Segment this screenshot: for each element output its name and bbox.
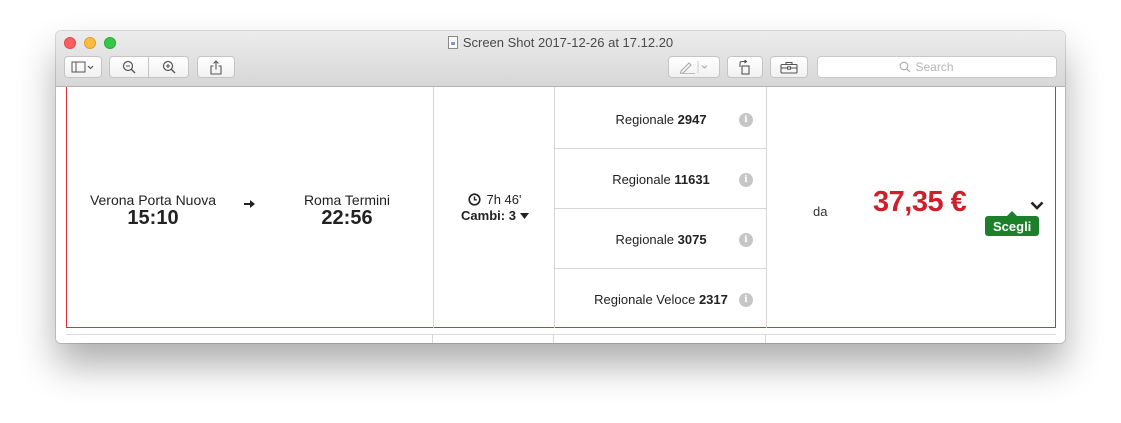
price-prefix: da: [813, 204, 828, 219]
train-type: Regionale: [612, 171, 671, 187]
search-icon: [899, 61, 910, 73]
sidebar-icon: [71, 61, 94, 73]
title-bar: Screen Shot 2017-12-26 at 17.12.20: [56, 31, 1065, 87]
window-title-text: Screen Shot 2017-12-26 at 17.12.20: [462, 35, 674, 50]
departure-time: 15:10: [127, 207, 179, 229]
zoom-out-button[interactable]: [109, 56, 149, 78]
arrow-right-icon: [244, 200, 255, 208]
caret-down-icon: [519, 212, 529, 219]
duration-text: 7h 46': [486, 192, 522, 207]
arrival-info: Roma Termini 22:56: [287, 192, 407, 230]
journey-card: Verona Porta Nuova 15:10 Roma Termini 22…: [66, 87, 1056, 328]
train-item: Regionale Veloce 2317 i: [555, 269, 767, 329]
toolbox-icon: [780, 61, 798, 74]
departure-station: Verona Porta Nuova: [89, 192, 217, 208]
document-icon: [447, 36, 458, 49]
train-number: 11631: [674, 171, 710, 187]
window-title: Screen Shot 2017-12-26 at 17.12.20: [56, 35, 1065, 50]
train-type: Regionale Veloce: [594, 291, 696, 307]
departure-info: Verona Porta Nuova 15:10: [81, 192, 225, 230]
chevron-down-icon[interactable]: [1030, 201, 1044, 210]
info-icon[interactable]: i: [739, 293, 753, 307]
screenshot-content: Verona Porta Nuova 15:10 Roma Termini 22…: [56, 87, 1065, 343]
train-item: Regionale 2947 i: [555, 89, 767, 149]
arrival-station: Roma Termini: [303, 192, 391, 208]
train-type: Regionale: [615, 231, 674, 247]
rotate-button[interactable]: [727, 56, 763, 78]
price: 37,35 €: [873, 186, 967, 218]
changes-text: Cambi: 3: [461, 208, 516, 223]
arrival-time: 22:56: [321, 207, 373, 229]
duration-info: 7h 46' Cambi: 3: [435, 192, 555, 223]
rotate-icon: [739, 59, 750, 75]
info-icon[interactable]: i: [739, 173, 753, 187]
changes-toggle[interactable]: Cambi: 3: [435, 208, 555, 223]
column-divider: [433, 87, 434, 328]
train-number: 2317: [698, 291, 728, 307]
column-divider: [432, 334, 433, 343]
next-row-border: [66, 334, 1056, 335]
markup-button[interactable]: [668, 56, 720, 78]
search-field[interactable]: [817, 56, 1057, 78]
zoom-in-button[interactable]: [149, 56, 189, 78]
share-icon: [210, 59, 222, 75]
zoom-out-icon: [122, 60, 136, 74]
toolbox-button[interactable]: [770, 56, 808, 78]
sidebar-toggle-button[interactable]: [64, 56, 102, 78]
train-type: Regionale: [615, 111, 674, 127]
clock-icon: [468, 193, 482, 206]
zoom-in-icon: [162, 60, 175, 74]
share-button[interactable]: [197, 56, 235, 78]
preview-window: Screen Shot 2017-12-26 at 17.12.20 Searc…: [56, 31, 1065, 343]
train-item: Regionale 11631 i: [555, 149, 767, 209]
info-icon[interactable]: i: [739, 113, 753, 127]
column-divider: [553, 334, 554, 343]
train-number: 3075: [677, 231, 707, 247]
train-item: Regionale 3075 i: [555, 209, 767, 269]
choose-button[interactable]: Scegli: [985, 211, 1040, 236]
info-icon[interactable]: i: [739, 233, 753, 247]
train-number: 2947: [677, 111, 707, 127]
pen-icon: [679, 61, 708, 74]
search-input[interactable]: [915, 60, 976, 74]
column-divider: [765, 334, 766, 343]
